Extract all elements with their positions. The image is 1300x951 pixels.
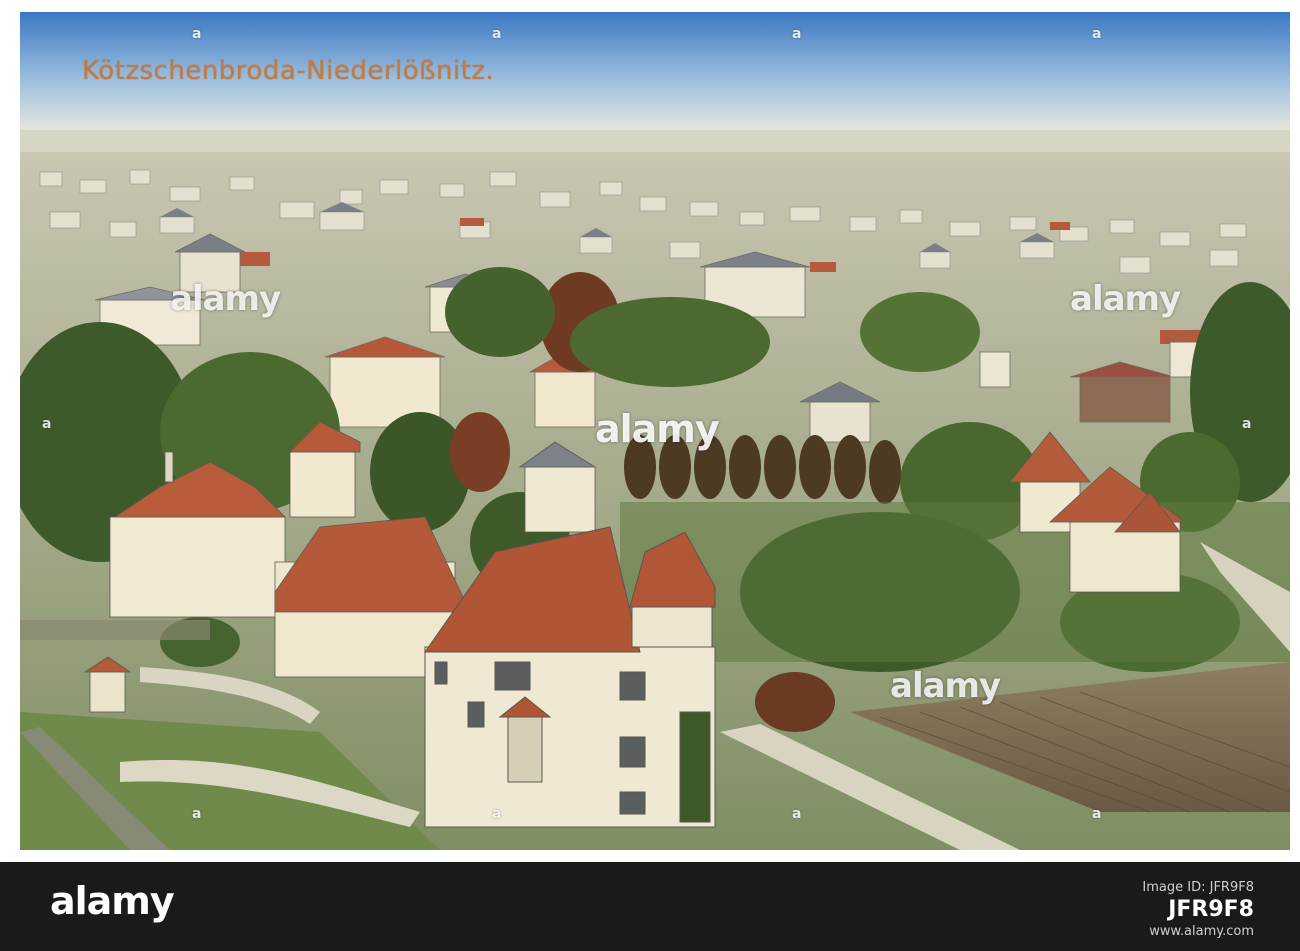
- watermark-letter: a: [1092, 806, 1102, 822]
- watermark-letter: a: [42, 416, 52, 432]
- page: Kötzschenbroda-Niederlößnitz. a a a a a …: [0, 0, 1300, 951]
- watermark-letter: a: [192, 26, 202, 42]
- watermark-letter: a: [492, 806, 502, 822]
- postcard-title: Kötzschenbroda-Niederlößnitz.: [82, 56, 495, 86]
- footer-bar: [0, 862, 1300, 951]
- site-url[interactable]: www.alamy.com: [1142, 924, 1254, 939]
- image-id: JFR9F8: [1168, 897, 1254, 922]
- watermark-logo: alamy: [595, 407, 720, 451]
- watermark-logo: alamy: [170, 279, 281, 319]
- postcard-image: Kötzschenbroda-Niederlößnitz. a a a a a …: [20, 12, 1290, 850]
- watermark-letter: a: [492, 26, 502, 42]
- fence: [20, 620, 210, 640]
- watermark-logo: alamy: [1070, 279, 1181, 319]
- watermark-letter: a: [1242, 416, 1252, 432]
- watermark-letter: a: [1092, 26, 1102, 42]
- alamy-logo[interactable]: alamy: [50, 879, 175, 923]
- watermark-letter: a: [792, 806, 802, 822]
- image-id-label: Image ID: JFR9F8: [1142, 880, 1254, 895]
- watermark-letter: a: [192, 806, 202, 822]
- image-id-block: Image ID: JFR9F8 JFR9F8 www.alamy.com: [1142, 880, 1254, 939]
- orchard: [620, 502, 1290, 662]
- watermark-letter: a: [792, 26, 802, 42]
- watermark-logo: alamy: [890, 666, 1001, 706]
